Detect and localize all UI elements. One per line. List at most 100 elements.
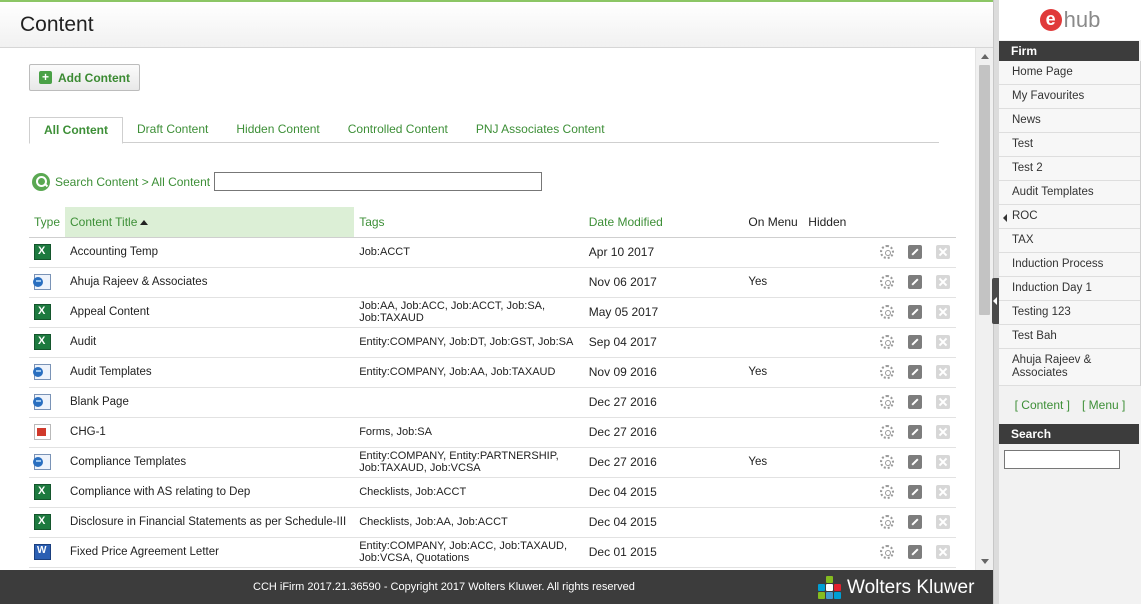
delete-icon[interactable] <box>936 485 950 499</box>
scroll-down-icon[interactable] <box>981 559 989 564</box>
edit-icon[interactable] <box>908 515 922 529</box>
title-cell[interactable]: CHG-1 <box>65 417 355 448</box>
delete-icon[interactable] <box>936 335 950 349</box>
content-link[interactable]: [ Content ] <box>1015 398 1070 412</box>
settings-gear-icon[interactable] <box>880 275 894 289</box>
delete-icon[interactable] <box>936 305 950 319</box>
content-title-link[interactable]: Compliance with AS relating to Dep <box>70 486 250 498</box>
edit-icon[interactable] <box>908 305 922 319</box>
sidebar-item-test-bah[interactable]: Test Bah <box>999 325 1140 349</box>
scrollbar-thumb[interactable] <box>979 65 990 315</box>
edit-icon[interactable] <box>908 545 922 559</box>
edit-icon[interactable] <box>908 365 922 379</box>
content-title-link[interactable]: Fixed Price Agreement Letter <box>70 546 219 558</box>
title-cell[interactable]: Compliance with AS relating to Dep <box>65 477 355 508</box>
edit-icon[interactable] <box>908 395 922 409</box>
table-row[interactable]: Disclosure in Financial Statements as pe… <box>29 507 956 538</box>
content-title-link[interactable]: Blank Page <box>70 396 129 408</box>
scroll-up-icon[interactable] <box>981 54 989 59</box>
sidebar-item-test[interactable]: Test <box>999 133 1140 157</box>
sidebar-item-test-2[interactable]: Test 2 <box>999 157 1140 181</box>
sidebar-search-input[interactable] <box>1004 450 1120 469</box>
title-cell[interactable]: Audit <box>65 327 355 358</box>
title-cell[interactable]: Appeal Content <box>65 297 355 328</box>
content-title-link[interactable]: Compliance Templates <box>70 456 186 468</box>
table-row[interactable]: Compliance Templates Entity:COMPANY, Enti… <box>29 447 956 478</box>
delete-icon[interactable] <box>936 515 950 529</box>
table-row[interactable]: Accounting Temp Job:ACCTApr 10 2017 <box>29 237 956 268</box>
edit-icon[interactable] <box>908 275 922 289</box>
edit-icon[interactable] <box>908 455 922 469</box>
sidebar-item-audit-templates[interactable]: Audit Templates <box>999 181 1140 205</box>
sidebar-item-induction-process[interactable]: Induction Process <box>999 253 1140 277</box>
settings-gear-icon[interactable] <box>880 245 894 259</box>
settings-gear-icon[interactable] <box>880 365 894 379</box>
vertical-scrollbar[interactable] <box>975 48 993 570</box>
settings-gear-icon[interactable] <box>880 545 894 559</box>
content-title-link[interactable]: CHG-1 <box>70 426 106 438</box>
table-row[interactable]: Appeal Content Job:AA, Job:ACC, Job:ACCT,… <box>29 297 956 328</box>
add-content-button[interactable]: + Add Content <box>29 64 140 91</box>
search-input[interactable] <box>214 172 542 191</box>
settings-gear-icon[interactable] <box>880 515 894 529</box>
content-title-link[interactable]: Disclosure in Financial Statements as pe… <box>70 516 346 528</box>
table-row[interactable]: Ahuja Rajeev & Associates Nov 06 2017 Yes <box>29 267 956 298</box>
edit-icon[interactable] <box>908 485 922 499</box>
col-tags[interactable]: Tags <box>354 207 584 238</box>
delete-icon[interactable] <box>936 365 950 379</box>
menu-link[interactable]: [ Menu ] <box>1082 398 1125 412</box>
delete-icon[interactable] <box>936 545 950 559</box>
content-title-link[interactable]: Accounting Temp <box>70 246 158 258</box>
sidebar-item-home-page[interactable]: Home Page <box>999 61 1140 85</box>
col-date-modified[interactable]: Date Modified <box>583 207 744 238</box>
tab-controlled-content[interactable]: Controlled Content <box>334 117 462 143</box>
sidebar-item-roc[interactable]: ROC <box>999 205 1140 229</box>
settings-gear-icon[interactable] <box>880 335 894 349</box>
tab-hidden-content[interactable]: Hidden Content <box>222 117 333 143</box>
tab-all-content[interactable]: All Content <box>29 117 123 144</box>
delete-icon[interactable] <box>936 245 950 259</box>
edit-icon[interactable] <box>908 425 922 439</box>
title-cell[interactable]: Blank Page <box>65 387 355 418</box>
ehub-logo[interactable]: e hub <box>999 0 1141 40</box>
title-cell[interactable]: Compliance Templates <box>65 447 355 478</box>
col-content-title[interactable]: Content Title <box>65 207 355 238</box>
table-row[interactable]: Fixed Price Agreement Letter Entity:COMPA… <box>29 537 956 568</box>
delete-icon[interactable] <box>936 395 950 409</box>
settings-gear-icon[interactable] <box>880 305 894 319</box>
col-type[interactable]: Type <box>29 207 66 238</box>
table-row[interactable]: Compliance with AS relating to Dep Checkl… <box>29 477 956 508</box>
title-cell[interactable]: Fixed Price Agreement Letter <box>65 537 355 568</box>
settings-gear-icon[interactable] <box>880 425 894 439</box>
delete-icon[interactable] <box>936 455 950 469</box>
table-row[interactable]: CHG-1 Forms, Job:SA Dec 27 2016 <box>29 417 956 448</box>
content-title-link[interactable]: Ahuja Rajeev & Associates <box>70 276 207 288</box>
settings-gear-icon[interactable] <box>880 455 894 469</box>
date-cell: Dec 27 2016 <box>583 417 744 448</box>
sidebar-item-testing-123[interactable]: Testing 123 <box>999 301 1140 325</box>
edit-icon[interactable] <box>908 335 922 349</box>
content-title-link[interactable]: Appeal Content <box>70 306 149 318</box>
table-row[interactable]: Audit Templates Entity:COMPANY, Job:AA, J… <box>29 357 956 388</box>
tab-pnj-associates-content[interactable]: PNJ Associates Content <box>462 117 619 143</box>
settings-gear-icon[interactable] <box>880 395 894 409</box>
sidebar-item-ahuja-rajeev-associates[interactable]: Ahuja Rajeev & Associates <box>999 349 1140 386</box>
delete-icon[interactable] <box>936 425 950 439</box>
sidebar-item-my-favourites[interactable]: My Favourites <box>999 85 1140 109</box>
sidebar-item-tax[interactable]: TAX <box>999 229 1140 253</box>
title-cell[interactable]: Ahuja Rajeev & Associates <box>65 267 355 298</box>
title-cell[interactable]: Audit Templates <box>65 357 355 388</box>
delete-icon[interactable] <box>936 275 950 289</box>
table-row[interactable]: Audit Entity:COMPANY, Job:DT, Job:GST, Jo… <box>29 327 956 358</box>
table-row[interactable]: Blank Page Dec 27 2016 <box>29 387 956 418</box>
title-cell[interactable]: Disclosure in Financial Statements as pe… <box>65 507 355 538</box>
edit-icon[interactable] <box>908 245 922 259</box>
content-title-link[interactable]: Audit <box>70 336 96 348</box>
tab-draft-content[interactable]: Draft Content <box>123 117 222 143</box>
settings-gear-icon[interactable] <box>880 485 894 499</box>
sidebar-item-induction-day-1[interactable]: Induction Day 1 <box>999 277 1140 301</box>
title-cell[interactable]: Accounting Temp <box>65 237 355 268</box>
sidebar-item-news[interactable]: News <box>999 109 1140 133</box>
search-icon[interactable] <box>32 173 50 191</box>
content-title-link[interactable]: Audit Templates <box>70 366 152 378</box>
